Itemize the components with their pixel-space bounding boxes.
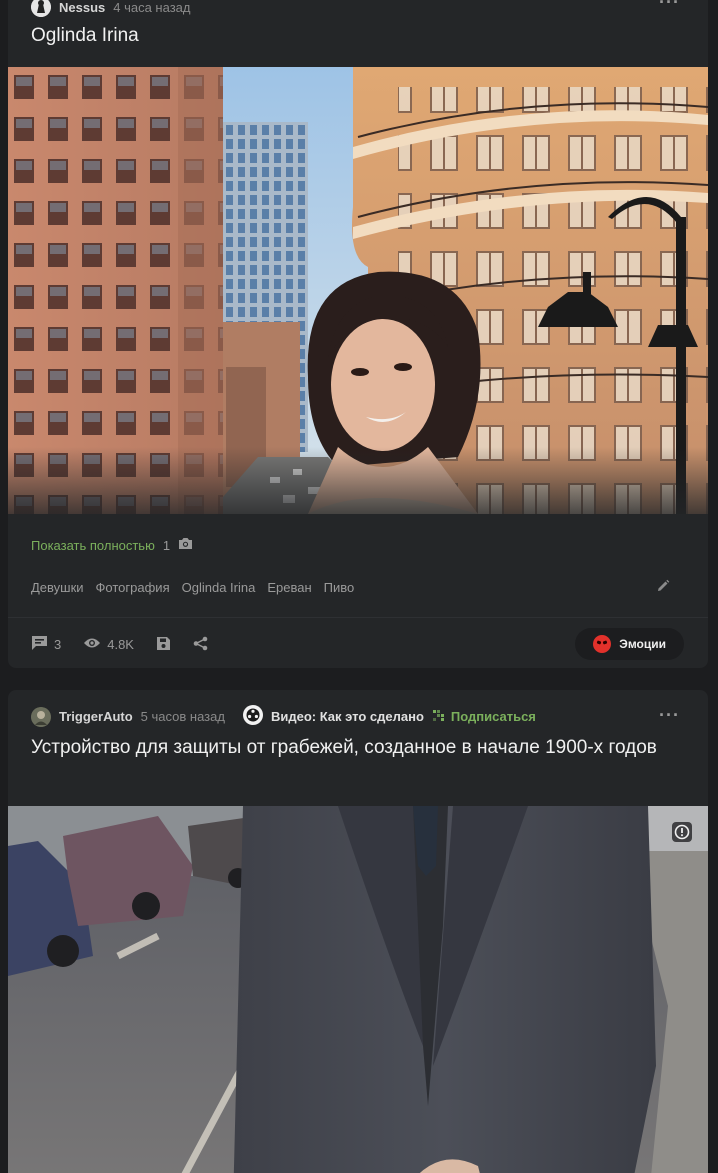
show-full-link[interactable]: Показать полностью	[31, 538, 155, 553]
avatar[interactable]	[31, 706, 51, 727]
post-time: 4 часа назад	[113, 0, 191, 15]
film-reel-icon	[242, 705, 263, 728]
more-options-icon[interactable]: ···	[659, 0, 680, 13]
tag-list: Девушки Фотография Oglinda Irina Ереван …	[31, 580, 354, 595]
tag-item[interactable]: Девушки	[31, 580, 84, 595]
subscribe-label: Подписаться	[450, 709, 536, 724]
tag-item[interactable]: Пиво	[324, 580, 355, 595]
tag-item[interactable]: Ереван	[267, 580, 311, 595]
share-icon	[193, 636, 208, 654]
divider	[8, 617, 708, 618]
comments-button[interactable]: 3	[31, 635, 61, 654]
avatar[interactable]	[31, 0, 51, 17]
post-title[interactable]: Oglinda Irina	[31, 22, 668, 50]
angry-face-icon	[593, 635, 612, 653]
tag-item[interactable]: Фотография	[96, 580, 170, 595]
save-icon	[156, 636, 171, 654]
post-actions: 3 4.8K	[31, 635, 208, 654]
author-name[interactable]: TriggerAuto	[59, 709, 133, 724]
community-name: Видео: Как это сделано	[270, 709, 424, 724]
post-meta: Nessus 4 часа назад	[31, 0, 190, 17]
author-name[interactable]: Nessus	[59, 0, 105, 15]
post-photo[interactable]	[8, 67, 708, 514]
post-video[interactable]	[8, 806, 708, 1173]
views-count: 4.8K	[107, 637, 134, 652]
views-counter: 4.8K	[83, 637, 134, 652]
emotions-button[interactable]: Эмоции	[575, 628, 684, 660]
comment-icon	[31, 635, 48, 654]
share-button[interactable]	[193, 636, 208, 654]
comments-count: 3	[54, 637, 62, 652]
eye-icon	[83, 637, 101, 652]
photo-count: 1	[162, 537, 171, 553]
post-meta: TriggerAuto 5 часов назад Видео: Как это…	[31, 705, 536, 728]
show-full-row: Показать полностью 1	[31, 537, 193, 553]
post-title[interactable]: Устройство для защиты от грабежей, созда…	[31, 734, 668, 762]
edit-tags-icon[interactable]	[656, 579, 670, 598]
save-button[interactable]	[156, 636, 171, 654]
report-icon[interactable]	[672, 822, 692, 847]
post-card: TriggerAuto 5 часов назад Видео: Как это…	[8, 690, 708, 1173]
post-card: Nessus 4 часа назад ··· Oglinda Irina По…	[8, 0, 708, 668]
camera-icon	[178, 537, 193, 553]
subscribe-icon	[432, 709, 447, 725]
subscribe-button[interactable]: Подписаться	[432, 709, 536, 725]
more-options-icon[interactable]: ···	[659, 705, 680, 726]
tag-item[interactable]: Oglinda Irina	[182, 580, 256, 595]
community-link[interactable]: Видео: Как это сделано	[242, 705, 424, 728]
post-time: 5 часов назад	[140, 709, 225, 724]
emotions-label: Эмоции	[619, 637, 666, 651]
